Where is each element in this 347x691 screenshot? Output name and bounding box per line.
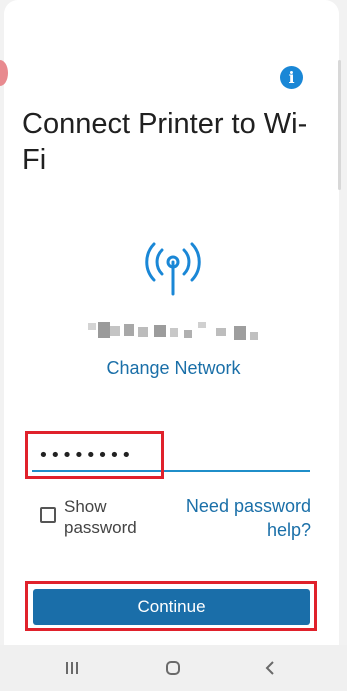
screen: i Connect Printer to Wi-Fi Change Networ… — [0, 0, 347, 691]
network-name-redacted — [84, 318, 264, 342]
show-password-checkbox[interactable] — [40, 507, 56, 523]
info-icon[interactable]: i — [280, 66, 303, 89]
system-nav-bar — [0, 645, 347, 691]
scrollbar[interactable] — [338, 60, 341, 190]
page-title: Connect Printer to Wi-Fi — [22, 108, 308, 176]
change-network-link[interactable]: Change Network — [0, 358, 347, 379]
wifi-signal-icon — [145, 242, 201, 296]
home-icon[interactable] — [153, 653, 193, 683]
password-field[interactable] — [32, 432, 310, 472]
show-password-label[interactable]: Show password — [64, 496, 154, 538]
recents-icon[interactable] — [52, 653, 92, 683]
continue-button[interactable]: Continue — [33, 589, 310, 625]
back-icon[interactable] — [250, 653, 290, 683]
need-password-help-link[interactable]: Need password help? — [160, 494, 311, 542]
